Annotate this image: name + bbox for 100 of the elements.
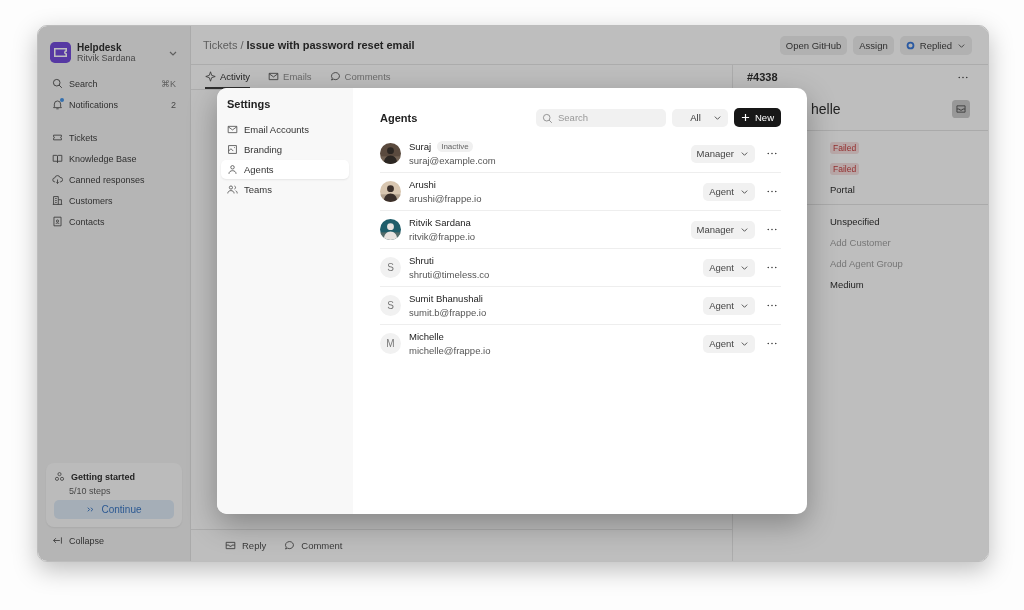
settings-nav-item[interactable]: Agents (221, 160, 349, 179)
role-dropdown[interactable]: Manager (690, 220, 755, 239)
chevron-down-icon (740, 263, 749, 272)
chevron-down-icon (713, 113, 722, 122)
field-value: Unspecified (830, 216, 880, 227)
search-icon (542, 112, 553, 124)
app-name: Helpdesk (77, 42, 122, 53)
settings-nav-icon (227, 144, 238, 155)
sidebar-item-icon (52, 216, 63, 227)
settings-nav-icon (227, 184, 238, 195)
inactive-badge: Inactive (437, 141, 473, 152)
breadcrumb-separator: / (240, 39, 244, 51)
settings-nav-icon (227, 164, 238, 175)
agent-name: Sumit Bhanushali (409, 293, 483, 304)
plus-icon (741, 113, 750, 122)
page-title: Agents (380, 111, 419, 124)
agent-name: Arushi (409, 179, 436, 190)
agent-email: ritvik@frappe.io (409, 231, 477, 242)
steps-count: 5/10 steps (68, 486, 112, 496)
settings-nav-icon (227, 124, 238, 135)
header-button[interactable]: Assign (853, 35, 894, 55)
sidebar-item-icon (52, 153, 63, 164)
chevron-down-icon (740, 339, 749, 348)
notification-count: 2 (171, 99, 176, 110)
agent-email: arushi@frappe.io (409, 193, 483, 204)
avatar-initial: M (380, 333, 401, 354)
app-logo-icon (50, 42, 71, 63)
agent-email: suraj@example.com (409, 155, 497, 166)
more-icon[interactable] (767, 152, 777, 155)
role-dropdown[interactable]: Manager (690, 144, 755, 163)
more-icon[interactable] (767, 190, 777, 193)
breadcrumb-link[interactable]: Tickets (203, 39, 238, 51)
sidebar-item[interactable]: Customers (46, 190, 182, 211)
field-input[interactable]: Add Customer (830, 237, 950, 248)
sidebar-item[interactable]: Knowledge Base (46, 148, 182, 169)
more-icon[interactable] (958, 75, 968, 79)
agent-name: Ritvik Sardana (409, 217, 471, 228)
chevron-down-icon (740, 149, 749, 158)
search-item[interactable]: Search ⌘K (46, 73, 182, 94)
status-ring-icon (905, 40, 915, 50)
getting-started-title: Getting started (71, 471, 135, 482)
more-icon[interactable] (767, 342, 777, 345)
agent-name: Suraj (409, 141, 432, 152)
shapes-icon (54, 471, 65, 482)
sidebar-item-icon (52, 174, 63, 185)
user-name: Ritvik Sardana (77, 53, 137, 63)
agent-email: shruti@timeless.co (409, 269, 491, 280)
tab-icon (329, 70, 341, 82)
field-value: Failed (830, 141, 860, 154)
header-button[interactable]: Open GitHub (779, 35, 848, 55)
chevron-down-icon (740, 187, 749, 196)
ticket-id: #4338 (747, 71, 778, 83)
more-icon[interactable] (767, 304, 777, 307)
field-input[interactable]: Add Agent Group (830, 258, 950, 269)
settings-title: Settings (226, 98, 272, 112)
agent-email: sumit.b@frappe.io (409, 307, 488, 318)
settings-nav-item[interactable]: Branding (221, 140, 349, 159)
more-icon[interactable] (767, 228, 777, 231)
avatar-initial: S (380, 295, 401, 316)
avatar-initial: S (380, 257, 401, 278)
status-dropdown[interactable]: Replied (899, 35, 972, 55)
composer-action[interactable]: Comment (284, 540, 343, 551)
field-value: Medium (830, 279, 864, 290)
role-dropdown[interactable]: Agent (703, 334, 755, 353)
composer-action-icon (284, 540, 296, 551)
sidebar-item[interactable]: Contacts (46, 211, 182, 232)
sidebar-item-icon (52, 132, 63, 143)
shortcut-hint: ⌘K (161, 78, 176, 89)
tab-icon (268, 70, 280, 82)
notifications-item[interactable]: Notifications 2 (46, 94, 182, 115)
composer-action[interactable]: Reply (225, 540, 267, 551)
field-value: Failed (830, 162, 860, 175)
bell-icon (52, 99, 63, 110)
ticket-title: Issue with password reset email (246, 39, 415, 51)
settings-nav-item[interactable]: Email Accounts (221, 120, 349, 139)
composer-action-icon (225, 540, 236, 551)
tab-icon (205, 70, 216, 82)
new-button[interactable]: New (734, 108, 781, 127)
collapse-icon (52, 535, 63, 546)
settings-nav-item[interactable]: Teams (221, 180, 349, 199)
chevron-down-icon (740, 301, 749, 310)
sidebar-item-icon (52, 195, 63, 206)
agent-name: Shruti (409, 255, 434, 266)
role-dropdown[interactable]: Agent (703, 296, 755, 315)
search-field[interactable]: Search (536, 108, 666, 127)
agent-name: Michelle (409, 331, 444, 342)
role-dropdown[interactable]: Agent (703, 258, 755, 277)
chevron-down-icon (740, 225, 749, 234)
double-chevron-icon (86, 505, 96, 514)
mail-icon[interactable] (952, 100, 970, 118)
collapse-button[interactable]: Collapse (46, 527, 182, 551)
sidebar-item[interactable]: Canned responses (46, 169, 182, 190)
field-value: Portal (830, 184, 855, 195)
agent-email: michelle@frappe.io (409, 345, 492, 356)
more-icon[interactable] (767, 266, 777, 269)
sidebar-item[interactable]: Tickets (46, 127, 182, 148)
role-dropdown[interactable]: Agent (703, 182, 755, 201)
search-icon (52, 78, 63, 89)
contact-name: helle (811, 101, 841, 117)
filter-dropdown[interactable]: All (672, 108, 728, 127)
